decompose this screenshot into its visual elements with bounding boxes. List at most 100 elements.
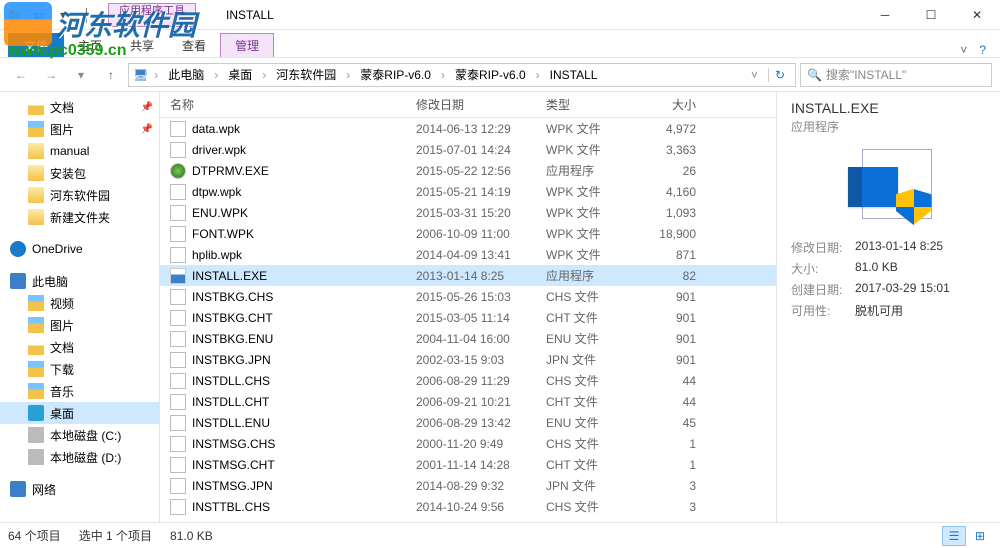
file-name: driver.wpk [192,143,416,157]
maximize-button[interactable]: ☐ [908,0,954,30]
column-date[interactable]: 修改日期 [416,96,546,113]
file-row[interactable]: INSTDLL.CHS2006-08-29 11:29CHS 文件44 [160,370,776,391]
tab-home[interactable]: 主页 [64,33,116,57]
tree-item[interactable]: 本地磁盘 (C:) [0,424,159,446]
minimize-ribbon-icon[interactable]: ˅ [960,43,967,57]
video-folder-icon [28,295,44,311]
file-row[interactable]: INSTDLL.ENU2006-08-29 13:42ENU 文件45 [160,412,776,433]
file-row[interactable]: dtpw.wpk2015-05-21 14:19WPK 文件4,160 [160,181,776,202]
preview-filetype: 应用程序 [791,118,986,135]
column-type[interactable]: 类型 [546,96,644,113]
chevron-right-icon[interactable]: › [152,68,160,82]
tree-item[interactable]: 图片📌 [0,118,159,140]
tree-item[interactable]: 河东软件园 [0,184,159,206]
window-title: INSTALL [226,8,274,22]
up-button[interactable]: ↑ [98,62,124,88]
file-row[interactable]: data.wpk2014-06-13 12:29WPK 文件4,972 [160,118,776,139]
tree-item[interactable]: 此电脑 [0,270,159,292]
column-name[interactable]: 名称 [170,96,416,113]
breadcrumb-current[interactable]: INSTALL [546,68,602,82]
file-row[interactable]: INSTBKG.CHS2015-05-26 15:03CHS 文件901 [160,286,776,307]
chevron-right-icon[interactable]: › [212,68,220,82]
address-bar[interactable]: 🖥 › 此电脑 › 桌面 › 河东软件园 › 蒙泰RIP-v6.0 › 蒙泰RI… [128,63,796,87]
preview-property-value: 2013-01-14 8:25 [855,239,943,256]
file-row[interactable]: INSTALL.EXE2013-01-14 8:25应用程序82 [160,265,776,286]
tree-item[interactable]: 文档📌 [0,96,159,118]
address-dropdown-icon[interactable]: ˅ [745,68,764,82]
file-row[interactable]: INSTMSG.CHT2001-11-14 14:28CHT 文件1 [160,454,776,475]
column-size[interactable]: 大小 [644,96,706,113]
file-row[interactable]: INSTMSG.JPN2014-08-29 9:32JPN 文件3 [160,475,776,496]
file-row[interactable]: INSTMSG.CHS2000-11-20 9:49CHS 文件1 [160,433,776,454]
tree-item[interactable]: 安装包 [0,162,159,184]
divider-icon: │ [76,4,98,26]
tree-item[interactable]: 下载 [0,358,159,380]
chevron-right-icon[interactable]: › [260,68,268,82]
tab-manage[interactable]: 管理 [220,33,274,57]
tree-item[interactable]: 网络 [0,478,159,500]
file-type: WPK 文件 [546,120,644,137]
preview-property-key: 创建日期: [791,281,855,298]
breadcrumb-folder[interactable]: 蒙泰RIP-v6.0 [356,66,435,83]
file-name: INSTDLL.CHS [192,374,416,388]
tree-item[interactable]: manual [0,140,159,162]
file-row[interactable]: INSTBKG.CHT2015-03-05 11:14CHT 文件901 [160,307,776,328]
tree-item-label: manual [50,144,89,158]
file-name: ENU.WPK [192,206,416,220]
tree-item-label: 河东软件园 [50,187,110,204]
minimize-button[interactable]: ─ [862,0,908,30]
tab-share[interactable]: 共享 [116,33,168,57]
qat-dropdown-icon[interactable]: ▾ [52,4,74,26]
chevron-right-icon[interactable]: › [534,68,542,82]
tree-item[interactable]: OneDrive [0,238,159,260]
file-row[interactable]: ENU.WPK2015-03-31 15:20WPK 文件1,093 [160,202,776,223]
chevron-right-icon[interactable]: › [344,68,352,82]
forward-button[interactable]: → [38,62,64,88]
file-type: 应用程序 [546,162,644,179]
tree-item[interactable]: 新建文件夹 [0,206,159,228]
tree-item[interactable]: 视频 [0,292,159,314]
file-size: 901 [644,290,706,304]
breadcrumb-desktop[interactable]: 桌面 [224,66,256,83]
breadcrumb-folder[interactable]: 蒙泰RIP-v6.0 [451,66,530,83]
file-row[interactable]: FONT.WPK2006-10-09 11:00WPK 文件18,900 [160,223,776,244]
tree-item[interactable]: 音乐 [0,380,159,402]
file-row[interactable]: INSTDLL.CHT2006-09-21 10:21CHT 文件44 [160,391,776,412]
file-tab[interactable]: 文件 [8,33,64,57]
refresh-icon[interactable]: ↻ [768,68,791,82]
uac-shield-icon [896,189,932,225]
breadcrumb-folder[interactable]: 河东软件园 [272,66,340,83]
close-button[interactable]: ✕ [954,0,1000,30]
details-view-button[interactable]: ☰ [942,526,966,546]
file-name: FONT.WPK [192,227,416,241]
back-button[interactable]: ← [8,62,34,88]
tree-item[interactable]: 本地磁盘 (D:) [0,446,159,468]
recent-dropdown-icon[interactable]: ▾ [68,62,94,88]
chevron-right-icon[interactable]: › [439,68,447,82]
folder-icon[interactable]: 📁 [4,4,26,26]
file-row[interactable]: driver.wpk2015-07-01 14:24WPK 文件3,363 [160,139,776,160]
icons-view-button[interactable]: ⊞ [968,526,992,546]
tab-view[interactable]: 查看 [168,33,220,57]
file-icon [170,205,186,221]
search-input[interactable]: 🔍 搜索"INSTALL" [800,63,992,87]
file-icon [170,226,186,242]
file-row[interactable]: DTPRMV.EXE2015-05-22 12:56应用程序26 [160,160,776,181]
breadcrumb-thispc[interactable]: 此电脑 [164,66,208,83]
file-icon [170,247,186,263]
file-size: 901 [644,353,706,367]
file-row[interactable]: INSTTBL.CHS2014-10-24 9:56CHS 文件3 [160,496,776,517]
file-row[interactable]: INSTBKG.JPN2002-03-15 9:03JPN 文件901 [160,349,776,370]
file-row[interactable]: INSTBKG.ENU2004-11-04 16:00ENU 文件901 [160,328,776,349]
file-row[interactable]: hplib.wpk2014-04-09 13:41WPK 文件871 [160,244,776,265]
tree-item[interactable]: 文档 [0,336,159,358]
file-size: 45 [644,416,706,430]
tree-item[interactable]: 桌面 [0,402,159,424]
file-name: INSTTBL.CHS [192,500,416,514]
help-icon[interactable]: ? [979,43,986,57]
file-type: CHS 文件 [546,498,644,515]
file-icon [170,289,186,305]
properties-icon[interactable]: ▭ [28,4,50,26]
tree-item[interactable]: 图片 [0,314,159,336]
preview-property-key: 可用性: [791,302,855,319]
